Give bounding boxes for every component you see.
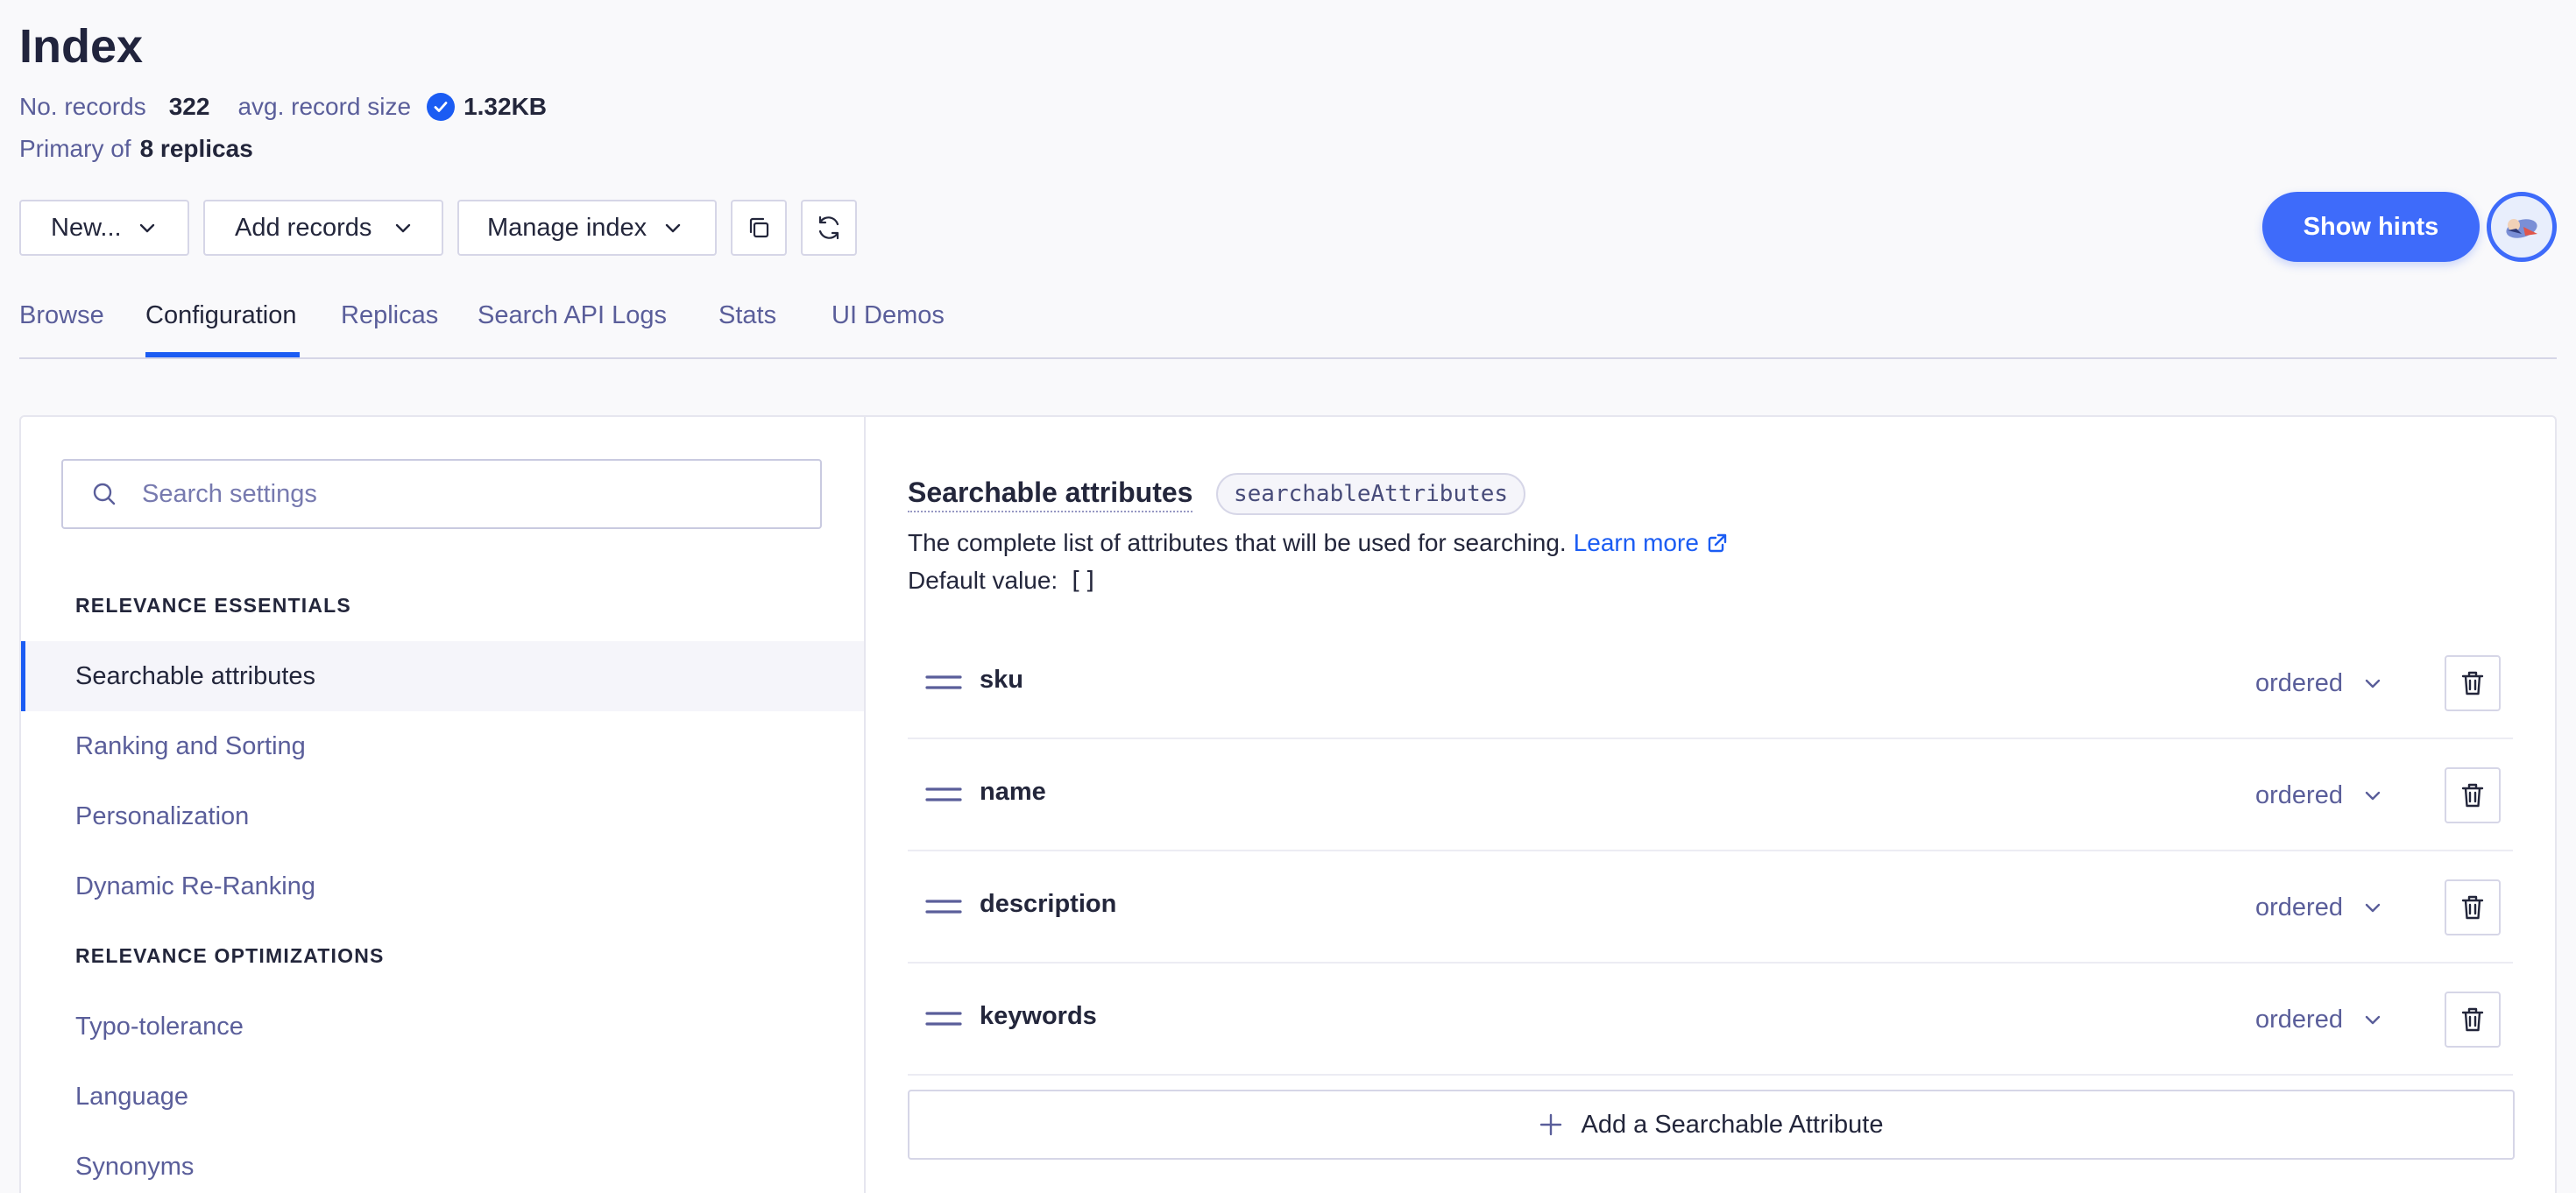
add-records-label: Add records [235,213,372,242]
sidebar-item-searchable-attributes[interactable]: Searchable attributes [75,659,315,694]
search-settings-input[interactable] [142,479,755,509]
section-title[interactable]: Searchable attributes [908,476,1193,512]
attribute-row[interactable]: description ordered [908,851,2513,964]
delete-attribute-button[interactable] [2445,767,2501,823]
sidebar-item-typo-tolerance[interactable]: Typo-tolerance [75,1009,244,1044]
attribute-row[interactable]: keywords ordered [908,964,2513,1076]
drag-handle-icon[interactable] [925,1006,962,1032]
tab-ui-demos[interactable]: UI Demos [832,301,945,357]
plus-icon [1540,1113,1562,1136]
replicas-link[interactable]: 8 replicas [140,135,253,163]
tab-search-api-logs[interactable]: Search API Logs [478,301,667,357]
attribute-name: sku [980,666,1023,694]
learn-more-link[interactable]: Learn more [1574,529,1729,557]
tab-stats[interactable]: Stats [718,301,776,357]
sidebar-item-ranking-and-sorting[interactable]: Ranking and Sorting [75,729,306,764]
avg-size-value: 1.32KB [464,93,548,120]
drag-handle-icon[interactable] [925,781,962,808]
add-records-button[interactable]: Add records [203,200,443,256]
chevron-down-icon [137,217,158,238]
section-relevance-essentials: RELEVANCE ESSENTIALS [75,594,351,617]
sidebar-item-synonyms[interactable]: Synonyms [75,1149,194,1184]
learn-more-label: Learn more [1573,529,1699,556]
delete-attribute-button[interactable] [2445,655,2501,711]
page-title: Index [19,20,144,73]
primary-info: Primary of 8 replicas [19,131,253,166]
refresh-button[interactable] [801,200,857,256]
search-icon [91,481,117,507]
add-searchable-attribute-button[interactable]: Add a Searchable Attribute [908,1090,2515,1160]
chevron-down-icon [393,217,414,238]
search-settings-field[interactable] [61,459,822,529]
attribute-row[interactable]: sku ordered [908,627,2513,739]
avg-size-label: avg. record size [237,93,412,120]
drag-handle-icon[interactable] [925,669,962,695]
drag-handle-icon[interactable] [925,893,962,920]
refresh-icon [814,213,844,243]
attribute-mode-label: ordered [2255,668,2343,697]
index-stats: No. records 322 avg. record size 1.32KB [19,89,547,124]
active-tab-indicator [145,352,300,357]
chevron-down-icon [2365,679,2381,688]
external-link-icon [1706,532,1729,554]
attribute-mode-select[interactable]: ordered [2255,995,2383,1044]
chevron-down-icon [2365,791,2381,801]
trash-icon [2461,783,2484,808]
section-relevance-optimizations: RELEVANCE OPTIMIZATIONS [75,944,385,967]
attribute-mode-label: ordered [2255,893,2343,921]
tabs-divider [19,357,2557,359]
tab-browse[interactable]: Browse [19,301,104,357]
chevron-down-icon [662,217,683,238]
attribute-name: description [980,890,1117,918]
attribute-name: name [980,778,1046,806]
default-value: Default value: [] [908,566,1098,595]
chevron-down-icon [2365,903,2381,913]
add-attribute-label: Add a Searchable Attribute [1581,1110,1884,1139]
new-dropdown-button[interactable]: New... [19,200,189,256]
panel-divider [864,417,866,1193]
sidebar-item-personalization[interactable]: Personalization [75,799,249,834]
attribute-mode-label: ordered [2255,780,2343,809]
show-hints-button[interactable]: Show hints [2262,192,2480,262]
default-value-code: [] [1068,566,1098,595]
tab-replicas[interactable]: Replicas [341,301,438,357]
setting-code-badge: searchableAttributes [1216,473,1526,515]
new-button-label: New... [51,213,122,242]
copy-button[interactable] [731,200,787,256]
primary-label: Primary of [19,135,131,162]
trash-icon [2461,895,2484,920]
check-circle-icon [427,93,456,121]
trash-icon [2461,1007,2484,1032]
attribute-mode-select[interactable]: ordered [2255,883,2383,932]
description-text: The complete list of attributes that wil… [908,529,1567,556]
active-nav-indicator [21,641,25,711]
chevron-down-icon [2365,1015,2381,1025]
manage-index-button[interactable]: Manage index [457,200,717,256]
manage-index-label: Manage index [487,213,648,242]
records-value: 322 [168,93,210,120]
attribute-name: keywords [980,1002,1097,1030]
setting-description: The complete list of attributes that wil… [908,529,1729,557]
tab-configuration[interactable]: Configuration [145,301,297,357]
attribute-mode-label: ordered [2255,1005,2343,1034]
delete-attribute-button[interactable] [2445,992,2501,1048]
default-value-label: Default value: [908,567,1058,594]
attribute-mode-select[interactable]: ordered [2255,659,2383,708]
attribute-mode-select[interactable]: ordered [2255,771,2383,820]
copy-icon [745,214,773,242]
avatar[interactable] [2487,192,2557,262]
records-label: No. records [19,93,146,120]
sidebar-item-language[interactable]: Language [75,1079,188,1114]
attribute-row[interactable]: name ordered [908,739,2513,851]
delete-attribute-button[interactable] [2445,879,2501,935]
sidebar-item-dynamic-re-ranking[interactable]: Dynamic Re-Ranking [75,869,315,904]
trash-icon [2461,671,2484,695]
